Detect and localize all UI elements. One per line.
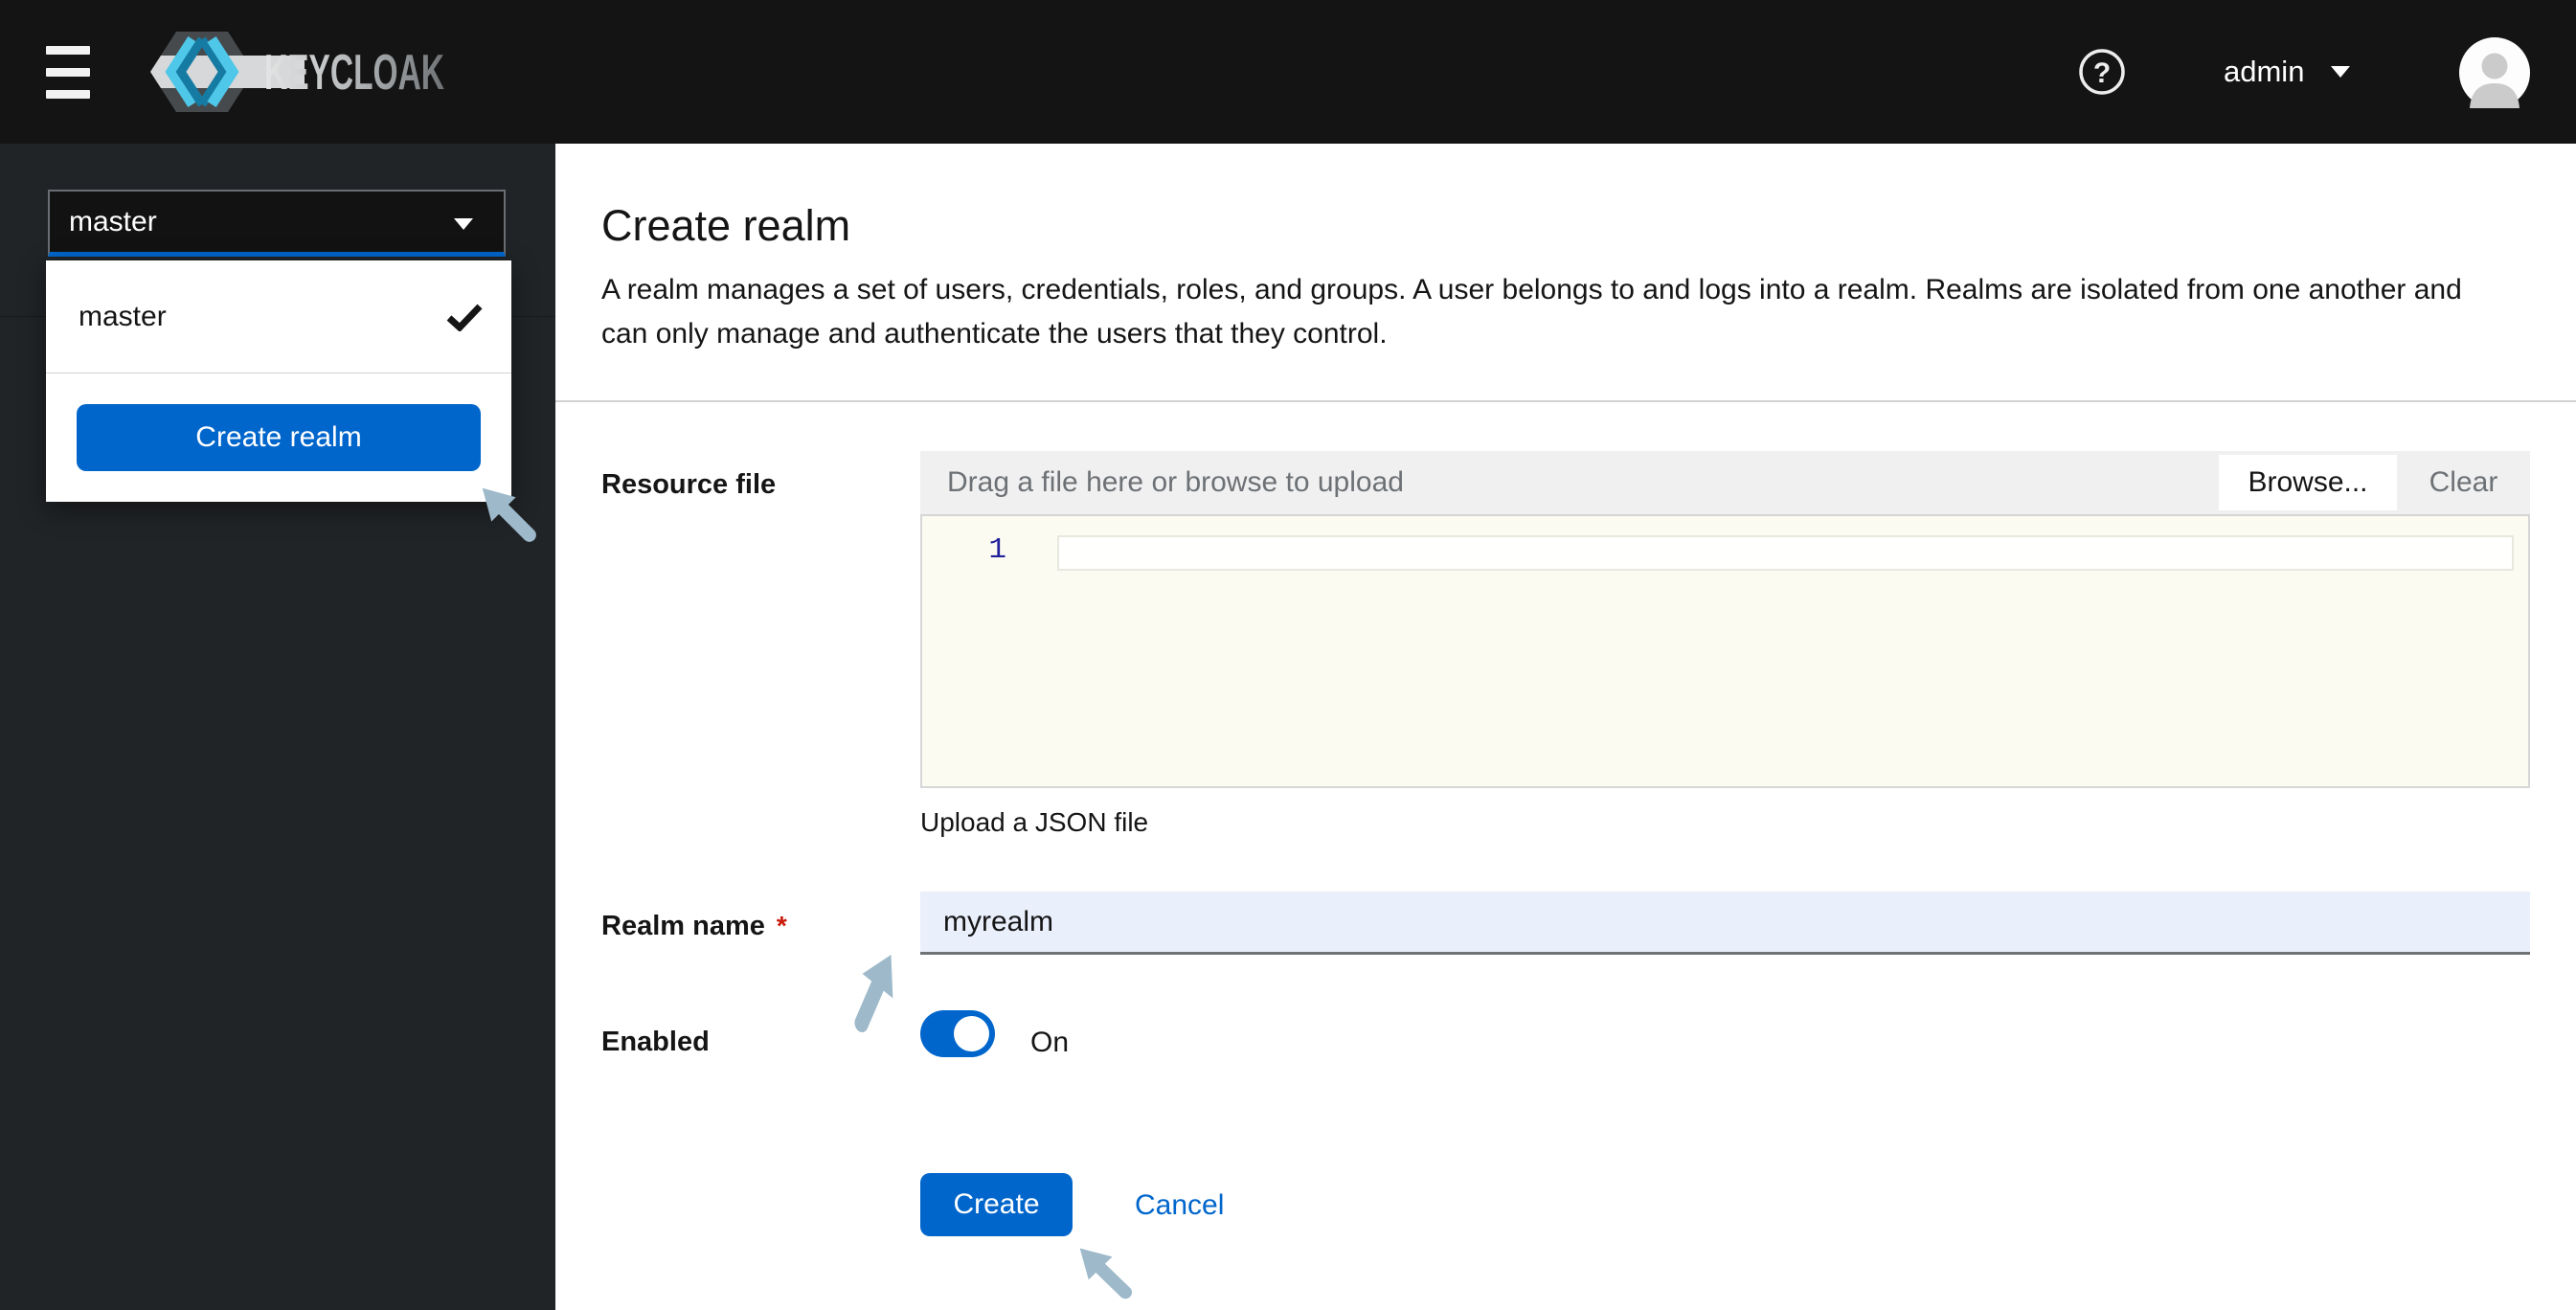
nav-toggle-button[interactable] [38, 37, 98, 106]
question-circle-icon: ? [2068, 39, 2135, 104]
help-button[interactable]: ? [2068, 39, 2135, 104]
check-icon [446, 303, 483, 331]
pointer-arrow-create-realm [479, 485, 542, 548]
keycloak-logo[interactable]: KEYCLOAK [142, 26, 448, 118]
username-label: admin [2224, 55, 2304, 89]
user-menu-dropdown[interactable]: admin [2224, 0, 2350, 144]
user-avatar-icon [2459, 37, 2530, 108]
realm-name-input[interactable] [920, 892, 2530, 955]
pointer-arrow-create [1076, 1245, 1138, 1304]
resource-file-label: Resource file [601, 469, 776, 501]
svg-text:?: ? [2093, 57, 2111, 89]
create-button[interactable]: Create [920, 1173, 1073, 1236]
cancel-link[interactable]: Cancel [1135, 1189, 1224, 1222]
clear-button[interactable]: Clear [2397, 451, 2530, 514]
realm-option-master[interactable]: master [46, 260, 511, 373]
logo-wordmark: KEYCLOAK [264, 45, 444, 101]
enabled-label: Enabled [601, 1027, 710, 1058]
page-description: A realm manages a set of users, credenti… [601, 268, 2502, 356]
file-upload-placeholder: Drag a file here or browse to upload [947, 451, 1404, 514]
caret-down-icon [454, 218, 473, 230]
caret-down-icon [2331, 66, 2350, 78]
realm-name-label: Realm name * [601, 911, 787, 942]
avatar[interactable] [2459, 37, 2530, 108]
file-upload-dropzone[interactable]: Drag a file here or browse to upload Bro… [920, 451, 2530, 514]
masthead: KEYCLOAK ? admin [0, 0, 2576, 144]
keycloak-admin-console: KEYCLOAK ? admin master [0, 0, 2576, 1310]
realm-switcher-button[interactable]: master [48, 190, 506, 257]
browse-button[interactable]: Browse... [2219, 455, 2397, 510]
editor-line-number: 1 [922, 533, 1056, 567]
upload-helper-text: Upload a JSON file [920, 807, 1148, 838]
create-realm-button[interactable]: Create realm [77, 404, 481, 471]
required-asterisk: * [777, 911, 787, 940]
editor-active-line [1057, 535, 2514, 571]
page-title: Create realm [601, 201, 850, 251]
realm-name-label-text: Realm name [601, 911, 765, 941]
enabled-toggle[interactable] [920, 1010, 995, 1057]
realm-dropdown-menu: master Create realm [46, 260, 511, 502]
main-content: Create realm A realm manages a set of us… [555, 144, 2576, 1310]
realm-switcher-value: master [69, 206, 157, 238]
json-editor[interactable]: 1 [920, 514, 2530, 788]
section-divider [555, 400, 2576, 402]
realm-option-label: master [79, 301, 167, 333]
toggle-knob [954, 1016, 989, 1051]
sidebar: master master Create realm [0, 144, 555, 1310]
toggle-state-label: On [1030, 1027, 1069, 1059]
